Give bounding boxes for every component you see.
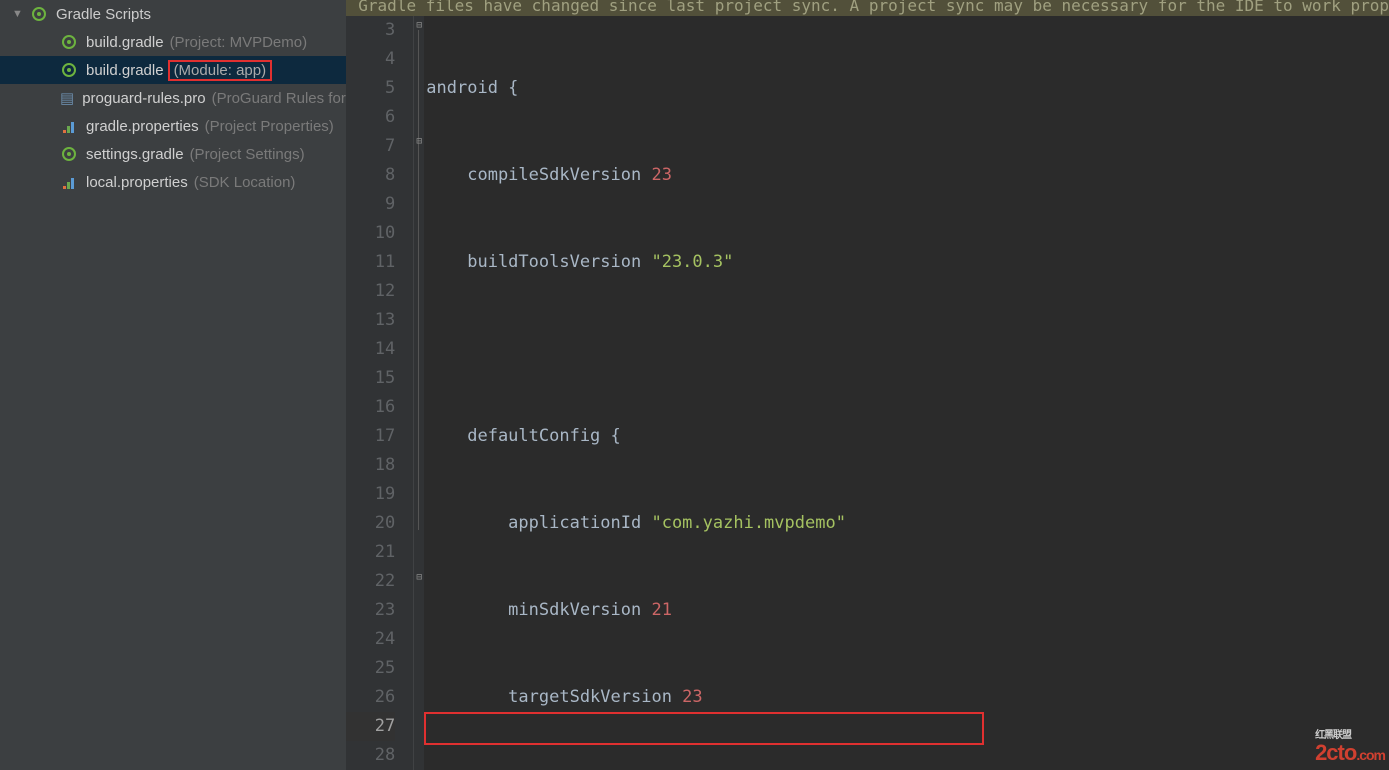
tree-root-gradle-scripts[interactable]: ▼ Gradle Scripts: [0, 0, 346, 28]
sync-banner[interactable]: Gradle files have changed since last pro…: [346, 0, 1389, 16]
code-text: android {: [426, 78, 518, 98]
file-desc: (Module: app): [174, 62, 267, 79]
line-number: 14: [346, 335, 395, 364]
gradle-icon: [30, 5, 48, 23]
code-string: "23.0.3": [651, 252, 733, 272]
file-desc: (SDK Location): [194, 174, 296, 191]
indent: [426, 165, 467, 185]
expand-arrow-icon[interactable]: ▼: [12, 8, 24, 20]
line-number: 12: [346, 277, 395, 306]
indent: [426, 687, 508, 707]
file-icon: ▤: [60, 89, 74, 107]
indent: [426, 600, 508, 620]
line-number: 25: [346, 654, 395, 683]
line-number: 6: [346, 103, 395, 132]
line-number: 20: [346, 509, 395, 538]
code-area: 3456789101112131415161718192021222324252…: [346, 16, 1389, 770]
code-text: applicationId: [508, 513, 651, 533]
project-tree-sidebar: ▼ Gradle Scripts build.gradle (Project: …: [0, 0, 346, 770]
properties-icon: [60, 173, 78, 191]
line-number: 8: [346, 161, 395, 190]
file-name: gradle.properties: [86, 118, 199, 135]
line-number: 22: [346, 567, 395, 596]
file-name: proguard-rules.pro: [82, 90, 205, 107]
watermark-suffix: .com: [1356, 747, 1385, 763]
line-number: 27: [346, 712, 395, 741]
file-desc: (ProGuard Rules for app: [212, 90, 346, 107]
line-number: 28: [346, 741, 395, 770]
line-number: 3: [346, 16, 395, 45]
line-number: 4: [346, 45, 395, 74]
tree-item-build-gradle-project[interactable]: build.gradle (Project: MVPDemo): [0, 28, 346, 56]
indent: [426, 426, 467, 446]
line-number: 9: [346, 190, 395, 219]
file-desc: (Project: MVPDemo): [170, 34, 308, 51]
line-number: 17: [346, 422, 395, 451]
line-number: 7: [346, 132, 395, 161]
watermark-sub: 红黑联盟: [1315, 732, 1385, 740]
code-number: 21: [651, 600, 671, 620]
line-number: 24: [346, 625, 395, 654]
line-number: 23: [346, 596, 395, 625]
code-string: "com.yazhi.mvpdemo": [651, 513, 845, 533]
code-number: 23: [651, 165, 671, 185]
highlight-annotation: (Module: app): [168, 60, 273, 81]
fold-toggle-icon[interactable]: ⊟: [414, 136, 424, 146]
gradle-icon: [60, 33, 78, 51]
tree-root-label: Gradle Scripts: [56, 6, 151, 23]
file-name: settings.gradle: [86, 146, 184, 163]
indent: [426, 252, 467, 272]
code-text: targetSdkVersion: [508, 687, 682, 707]
line-number: 16: [346, 393, 395, 422]
line-number: 19: [346, 480, 395, 509]
code-text: buildToolsVersion: [467, 252, 651, 272]
tree-item-proguard-rules[interactable]: ▤ proguard-rules.pro (ProGuard Rules for…: [0, 84, 346, 112]
indent: [426, 513, 508, 533]
watermark-logo: 红黑联盟 2cto.com: [1315, 732, 1385, 766]
highlight-annotation: [424, 712, 984, 745]
line-number-gutter: 3456789101112131415161718192021222324252…: [346, 16, 414, 770]
gradle-icon: [60, 61, 78, 79]
file-name: build.gradle: [86, 62, 164, 79]
code-editor[interactable]: Gradle files have changed since last pro…: [346, 0, 1389, 770]
line-number: 21: [346, 538, 395, 567]
code-number: 23: [682, 687, 702, 707]
code-text: compileSdkVersion: [467, 165, 651, 185]
code-text: defaultConfig {: [467, 426, 621, 446]
properties-icon: [60, 117, 78, 135]
fold-toggle-icon[interactable]: ⊟: [414, 20, 424, 30]
line-number: 10: [346, 219, 395, 248]
code-content[interactable]: android { compileSdkVersion 23 buildTool…: [424, 16, 1389, 770]
file-name: build.gradle: [86, 34, 164, 51]
line-number: 11: [346, 248, 395, 277]
fold-gutter[interactable]: ⊟ ⊟ ⊟: [414, 16, 424, 770]
fold-line: [418, 30, 419, 530]
file-desc: (Project Properties): [205, 118, 334, 135]
tree-item-settings-gradle[interactable]: settings.gradle (Project Settings): [0, 140, 346, 168]
line-number: 26: [346, 683, 395, 712]
line-number: 15: [346, 364, 395, 393]
line-number: 13: [346, 306, 395, 335]
gradle-icon: [60, 145, 78, 163]
file-desc: (Project Settings): [190, 146, 305, 163]
watermark-main: 2cto: [1315, 740, 1356, 765]
tree-item-build-gradle-module[interactable]: build.gradle (Module: app): [0, 56, 346, 84]
line-number: 18: [346, 451, 395, 480]
tree-item-gradle-properties[interactable]: gradle.properties (Project Properties): [0, 112, 346, 140]
file-name: local.properties: [86, 174, 188, 191]
tree-item-local-properties[interactable]: local.properties (SDK Location): [0, 168, 346, 196]
fold-toggle-icon[interactable]: ⊟: [414, 572, 424, 582]
line-number: 5: [346, 74, 395, 103]
code-text: minSdkVersion: [508, 600, 651, 620]
